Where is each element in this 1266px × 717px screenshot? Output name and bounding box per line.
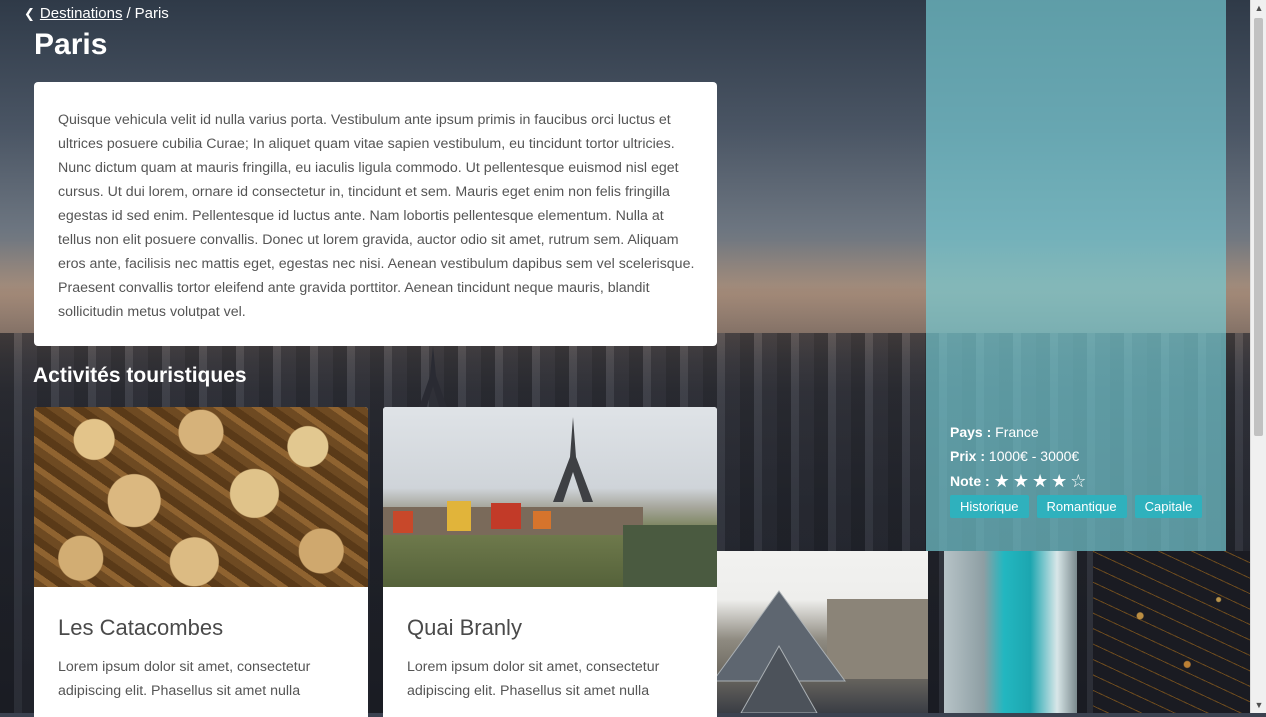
activity-text: Lorem ipsum dolor sit amet, consectetur … xyxy=(407,659,660,699)
activity-text: Lorem ipsum dolor sit amet, consectetur … xyxy=(58,659,311,699)
star-empty-icon: ☆ xyxy=(1070,471,1087,491)
activities-section-title: Activités touristiques xyxy=(33,364,247,387)
country-value: France xyxy=(995,424,1039,440)
star-filled-icon: ★ xyxy=(1051,471,1068,491)
gallery-photo-night-city[interactable] xyxy=(1093,551,1250,713)
breadcrumb-link-destinations[interactable]: Destinations xyxy=(40,5,123,22)
country-label: Pays : xyxy=(950,424,992,440)
description-card: Quisque vehicula velit id nulla varius p… xyxy=(34,82,717,346)
gallery-photo-louvre[interactable] xyxy=(717,551,928,713)
tag-romantique[interactable]: Romantique xyxy=(1036,495,1127,518)
activity-card-catacombes[interactable]: Les Catacombes Lorem ipsum dolor sit ame… xyxy=(34,407,368,717)
description-text: Quisque vehicula velit id nulla varius p… xyxy=(58,112,695,320)
catacombes-image xyxy=(34,407,368,587)
activity-card-quai-branly[interactable]: Quai Branly Lorem ipsum dolor sit amet, … xyxy=(383,407,717,717)
tag-list: Historique Romantique Capitale xyxy=(950,495,1203,518)
country-row: Pays : France xyxy=(950,424,1039,440)
vertical-scrollbar[interactable]: ▲ ▼ xyxy=(1250,0,1266,713)
scroll-thumb[interactable] xyxy=(1254,18,1263,436)
rating-label: Note : xyxy=(950,473,990,489)
scroll-up-arrow-icon[interactable]: ▲ xyxy=(1251,0,1266,16)
louvre-pyramid-photo xyxy=(717,590,928,713)
chevron-left-icon[interactable]: ❮ xyxy=(24,6,35,22)
breadcrumb-separator: / xyxy=(126,5,131,22)
star-filled-icon: ★ xyxy=(1012,471,1029,491)
tag-capitale[interactable]: Capitale xyxy=(1134,495,1203,518)
scroll-down-arrow-icon[interactable]: ▼ xyxy=(1251,697,1266,713)
activity-title: Quai Branly xyxy=(407,615,522,640)
eiffel-tower-silhouette xyxy=(416,346,450,416)
star-filled-icon: ★ xyxy=(1031,471,1049,491)
breadcrumb-current: Paris xyxy=(134,5,169,22)
activity-title: Les Catacombes xyxy=(58,615,224,640)
destination-info-panel: Pays : France Prix : 1000€ - 3000€ Note … xyxy=(926,0,1226,551)
page-title: Paris xyxy=(34,28,108,61)
star-filled-icon: ★ xyxy=(993,471,1010,491)
quai-branly-image xyxy=(383,407,717,587)
price-label: Prix : xyxy=(950,448,986,464)
rating-stars: ★ ★ ★ ★ ☆ xyxy=(994,472,1087,490)
price-value: 1000€ - 3000€ xyxy=(988,448,1080,464)
gallery-photo-metro[interactable] xyxy=(944,551,1077,713)
breadcrumb: ❮ Destinations / Paris xyxy=(24,5,169,22)
tag-historique[interactable]: Historique xyxy=(950,495,1029,518)
rating-row: Note : ★ ★ ★ ★ ☆ xyxy=(950,472,1086,490)
eiffel-tower-photo xyxy=(383,417,717,587)
price-row: Prix : 1000€ - 3000€ xyxy=(950,448,1079,464)
